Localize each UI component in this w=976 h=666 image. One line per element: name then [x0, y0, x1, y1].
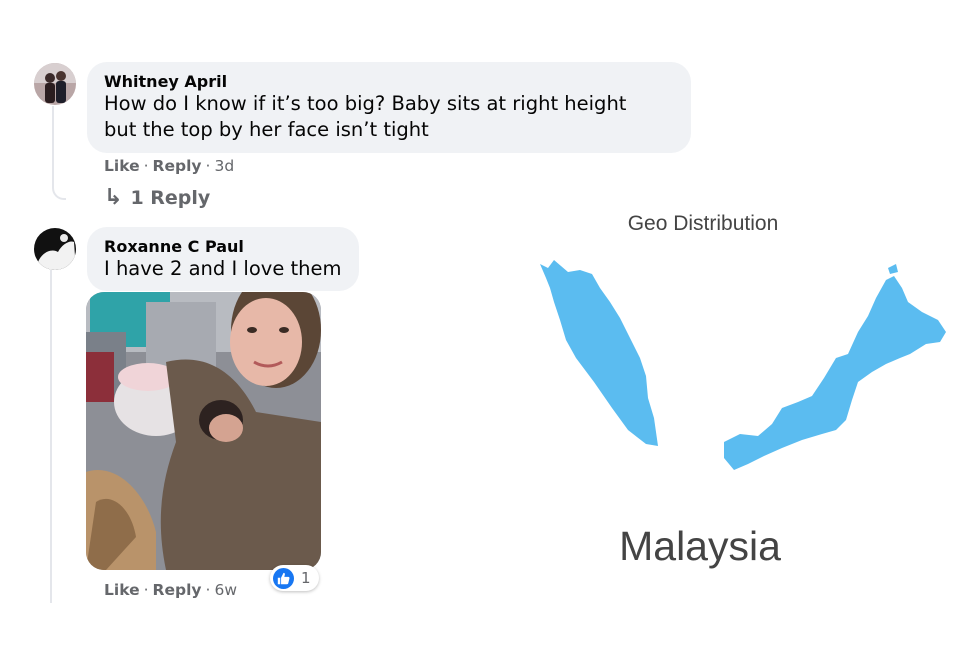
reaction-badge[interactable]: 1 [270, 565, 319, 591]
comment-timestamp[interactable]: 3d [214, 157, 234, 175]
avatar[interactable] [34, 228, 76, 270]
like-button[interactable]: Like [104, 157, 140, 175]
malaysia-map [540, 260, 946, 470]
reply-arrow-icon: ↳ [104, 185, 123, 210]
view-replies-button[interactable]: ↳ 1 Reply [104, 186, 210, 210]
avatar[interactable] [34, 63, 76, 105]
reply-button[interactable]: Reply [153, 581, 202, 599]
comment-author[interactable]: Whitney April [104, 72, 675, 91]
comment-author[interactable]: Roxanne C Paul [104, 237, 343, 256]
comment-bubble: Roxanne C Paul I have 2 and I love them [87, 227, 359, 291]
geo-title: Geo Distribution [627, 212, 779, 235]
comment-bubble: Whitney April How do I know if it’s too … [87, 62, 691, 153]
like-icon [273, 567, 294, 589]
comment-photo[interactable] [86, 292, 321, 570]
reply-button[interactable]: Reply [153, 157, 202, 175]
thread-connector [52, 106, 66, 200]
comment-actions: Like · Reply · 6w [104, 581, 237, 599]
borneo-tip [888, 264, 898, 274]
view-replies-label: 1 Reply [130, 187, 211, 209]
reaction-count: 1 [301, 569, 311, 587]
country-label: Malaysia [619, 523, 781, 569]
comment-actions: Like · Reply · 3d [104, 157, 235, 175]
east-malaysia [724, 276, 946, 470]
comment-text: I have 2 and I love them [104, 257, 342, 280]
comment-text: How do I know if it’s too big? Baby sits… [104, 92, 627, 141]
thread-connector [50, 270, 52, 603]
like-button[interactable]: Like [104, 581, 140, 599]
comment-timestamp[interactable]: 6w [214, 581, 237, 599]
peninsular-malaysia [540, 260, 658, 446]
